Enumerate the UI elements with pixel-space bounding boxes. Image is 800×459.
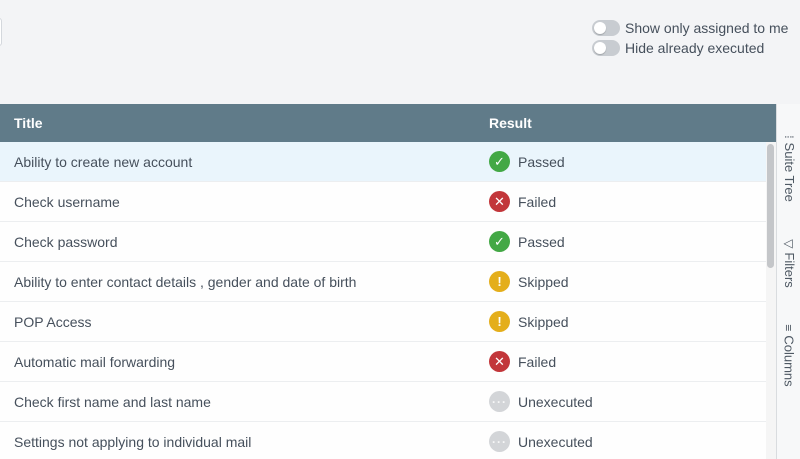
failed-status-icon: ✕ (489, 191, 510, 212)
row-result: ! Skipped (489, 271, 569, 292)
unexecuted-status-icon: ··· (489, 391, 510, 412)
column-header-result[interactable]: Result (489, 115, 532, 131)
filter-icon: ▽ (782, 238, 796, 248)
row-title: Check password (14, 233, 118, 250)
row-title: Check username (14, 193, 120, 210)
passed-status-icon: ✓ (489, 231, 510, 252)
table-row[interactable]: Ability to create new account ✓ Passed (0, 142, 766, 182)
side-tab-columns[interactable]: ≡ Columns (777, 310, 800, 400)
columns-icon: ≡ (782, 323, 796, 331)
table-row[interactable]: Check username ✕ Failed (0, 182, 766, 222)
hide-executed-switch[interactable] (592, 40, 620, 56)
unexecuted-status-icon: ··· (489, 431, 510, 452)
side-tab-suite-tree[interactable]: ⁞ Suite Tree (777, 118, 800, 218)
row-result-label: Passed (518, 153, 565, 170)
side-tab-suite-tree-label: Suite Tree (781, 142, 797, 202)
row-title: Ability to enter contact details , gende… (14, 273, 357, 290)
hide-executed-label: Hide already executed (625, 40, 765, 56)
row-result-label: Skipped (518, 313, 569, 330)
toggle-hide-executed[interactable]: Hide already executed (592, 38, 788, 58)
passed-status-icon: ✓ (489, 151, 510, 172)
left-panel-edge (0, 18, 2, 46)
grid-header: Title Result (0, 104, 776, 142)
row-result-label: Failed (518, 353, 557, 370)
row-result: ! Skipped (489, 311, 569, 332)
column-header-title[interactable]: Title (14, 115, 43, 131)
row-result: ✓ Passed (489, 231, 565, 252)
row-title: Settings not applying to individual mail (14, 433, 252, 450)
side-tab-columns-label: Columns (781, 334, 797, 387)
row-result: ··· Unexecuted (489, 431, 593, 452)
side-tab-filters[interactable]: ▽ Filters (777, 228, 800, 298)
test-runs-grid: Title Result Ability to create new accou… (0, 104, 776, 459)
filter-toggles: Show only assigned to me Hide already ex… (592, 18, 788, 58)
table-row[interactable]: Check first name and last name ··· Unexecu… (0, 382, 766, 422)
table-row[interactable]: POP Access! Skipped (0, 302, 766, 342)
row-result-label: Skipped (518, 273, 569, 290)
table-row[interactable]: Settings not applying to individual mail… (0, 422, 766, 459)
row-title: Check first name and last name (14, 393, 211, 410)
skipped-status-icon: ! (489, 311, 510, 332)
row-result: ✕ Failed (489, 351, 556, 372)
side-panel: ⁞ Suite Tree ▽ Filters ≡ Columns (776, 104, 800, 459)
failed-status-icon: ✕ (489, 351, 510, 372)
row-title: POP Access (14, 313, 92, 330)
row-result: ✓ Passed (489, 151, 565, 172)
show-assigned-label: Show only assigned to me (625, 20, 789, 36)
row-result-label: Unexecuted (518, 393, 593, 410)
row-result: ✕ Failed (489, 191, 556, 212)
row-title: Automatic mail forwarding (14, 353, 176, 370)
vertical-scrollbar-thumb[interactable] (767, 144, 774, 268)
table-row[interactable]: Check password ✓ Passed (0, 222, 766, 262)
vertical-scrollbar[interactable] (766, 142, 776, 459)
row-result-label: Passed (518, 233, 565, 250)
row-title: Ability to create new account (14, 153, 193, 170)
skipped-status-icon: ! (489, 271, 510, 292)
row-result-label: Failed (518, 193, 557, 210)
row-result: ··· Unexecuted (489, 391, 593, 412)
toggle-show-assigned[interactable]: Show only assigned to me (592, 18, 788, 38)
suite-tree-icon: ⁞ (782, 134, 797, 139)
table-row[interactable]: Automatic mail forwarding ✕ Failed (0, 342, 766, 382)
show-assigned-switch[interactable] (592, 20, 620, 36)
side-tab-filters-label: Filters (781, 251, 797, 288)
row-result-label: Unexecuted (518, 433, 593, 450)
table-row[interactable]: Ability to enter contact details , gende… (0, 262, 766, 302)
